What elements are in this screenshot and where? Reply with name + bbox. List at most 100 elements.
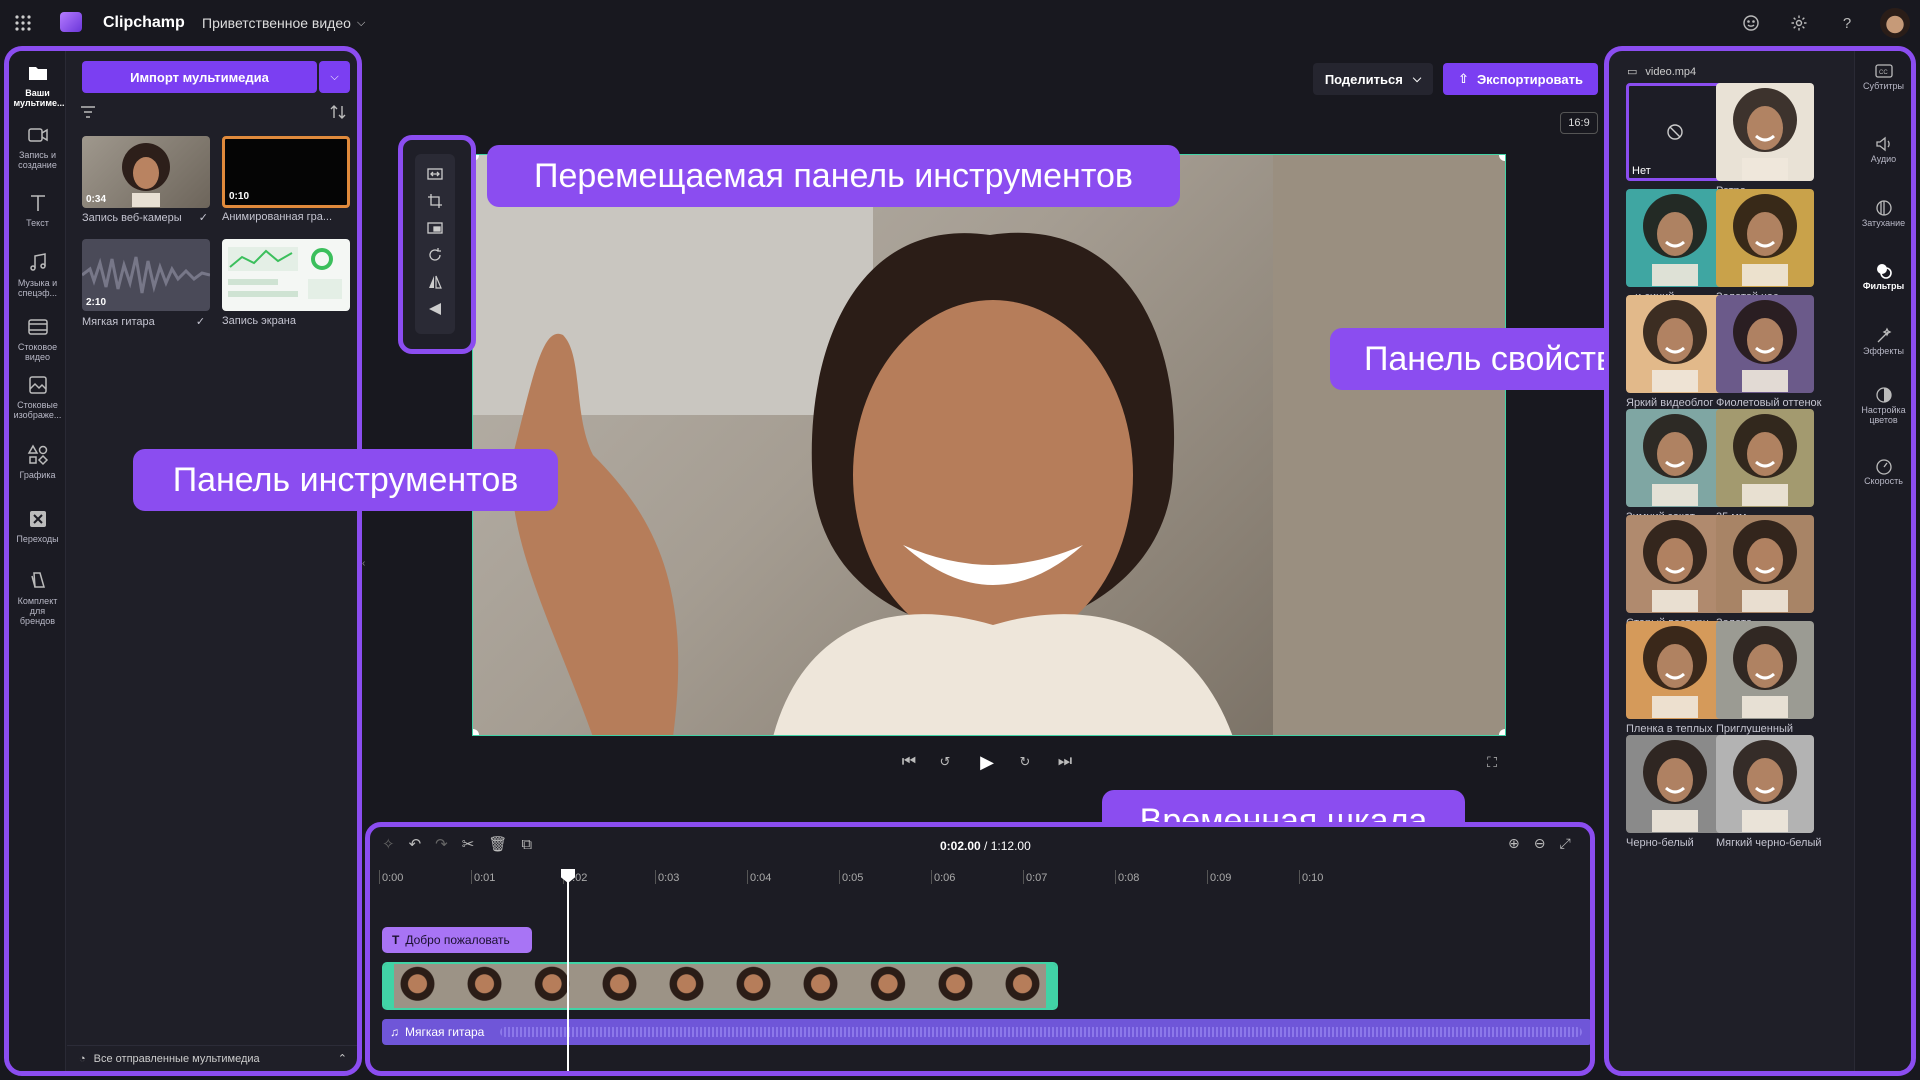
fullscreen-icon[interactable]: ⛶ — [1482, 752, 1502, 772]
right-nav: CC Субтитры Аудио Затухание Фильтры Эффе… — [1854, 51, 1911, 1071]
filter-tile[interactable] — [1626, 189, 1724, 287]
rnav-captions[interactable]: CC Субтитры — [1855, 61, 1911, 91]
rnav-filters[interactable]: Фильтры — [1855, 261, 1911, 291]
fit-timeline-icon[interactable]: ⤢ — [1559, 835, 1570, 852]
skip-back-icon[interactable]: ⏮ — [899, 752, 919, 772]
rnav-fade[interactable]: Затухание — [1855, 198, 1911, 228]
nav-item-text[interactable]: Текст — [9, 191, 66, 228]
rnav-audio[interactable]: Аудио — [1855, 134, 1911, 164]
filter-preview-image — [1733, 300, 1797, 392]
split-scissors-icon[interactable]: ✂ — [462, 835, 475, 853]
rewind-5-icon[interactable]: ↺ — [935, 752, 955, 772]
timeline-panel: ✧ ↶ ↷ ✂ 🗑 ⧉ 0:02.00 / 1:12.00 ⊕ ⊖ ⤢ 0:00… — [365, 822, 1595, 1076]
nav-label: Графика — [19, 470, 56, 480]
flip-icon[interactable] — [423, 270, 447, 294]
chevron-down-icon: ⌵ — [330, 70, 339, 83]
export-button[interactable]: ⇧ Экспортировать — [1443, 63, 1598, 95]
app-name: Clipchamp — [103, 14, 185, 31]
filter-tile[interactable] — [1626, 735, 1724, 833]
filter-tile[interactable] — [1626, 409, 1724, 507]
import-media-button[interactable]: Импорт мультимедиа — [82, 61, 317, 93]
all-uploaded-media-footer[interactable]: ◔ Все отправленные мультимедиа ⌃ — [67, 1045, 357, 1071]
playhead[interactable] — [561, 869, 575, 1071]
nav-item-stock-images[interactable]: Стоковые изображе... — [9, 373, 66, 420]
properties-panel: ▭ video.mp4 НетРетро...и синийЗолотой ча… — [1604, 46, 1916, 1076]
forward-5-icon[interactable]: ↻ — [1015, 752, 1035, 772]
filter-tile[interactable] — [1716, 83, 1814, 181]
delete-trash-icon[interactable]: 🗑 — [488, 835, 507, 853]
help-icon[interactable]: ? — [1836, 12, 1858, 34]
collapse-left-icon[interactable]: ‹ — [362, 558, 374, 570]
filter-tile[interactable] — [1716, 189, 1814, 287]
filter-tile[interactable] — [1626, 621, 1724, 719]
rnav-color-adjust[interactable]: Настройка цветов — [1855, 385, 1911, 425]
folder-icon — [28, 67, 47, 80]
app-launcher-icon[interactable] — [10, 10, 36, 36]
filter-tile[interactable] — [1626, 515, 1724, 613]
color-adjust-icon — [1875, 387, 1892, 403]
filter-tile[interactable] — [1716, 409, 1814, 507]
check-icon: ✓ — [198, 212, 208, 224]
rnav-effects[interactable]: Эффекты — [1855, 326, 1911, 356]
nav-item-record-create[interactable]: Запись и создание — [9, 123, 66, 170]
feedback-smiley-icon[interactable] — [1740, 12, 1762, 34]
duplicate-icon[interactable]: ⧉ — [521, 836, 532, 853]
project-title[interactable]: Приветственное видео ⌵ — [202, 15, 365, 31]
nav-item-graphics[interactable]: Графика — [9, 443, 66, 480]
filter-icon[interactable] — [77, 101, 99, 123]
zoom-out-icon[interactable]: ⊖ — [1534, 835, 1546, 852]
filter-tile[interactable] — [1626, 295, 1724, 393]
pip-icon[interactable] — [423, 216, 447, 240]
filter-tile[interactable] — [1716, 515, 1814, 613]
shapes-icon — [27, 444, 48, 466]
clip-trim-handle-right[interactable] — [1046, 964, 1056, 1008]
magic-icon[interactable]: ✧ — [382, 835, 395, 853]
skip-forward-icon[interactable]: ⏭ — [1055, 752, 1075, 772]
video-preview[interactable] — [472, 154, 1506, 736]
floating-toolbar-inner — [415, 154, 455, 334]
settings-gear-icon[interactable] — [1788, 12, 1810, 34]
filter-preview-image — [1733, 740, 1797, 832]
user-avatar[interactable] — [1880, 8, 1910, 38]
floating-toolbar[interactable] — [398, 135, 476, 354]
filter-tile[interactable] — [1716, 295, 1814, 393]
video-clip[interactable] — [382, 962, 1058, 1010]
fit-icon[interactable] — [423, 162, 447, 186]
audio-clip[interactable]: ♫ Мягкая гитара — [382, 1019, 1590, 1045]
nav-item-brand-kit[interactable]: Комплект для брендов — [9, 569, 66, 626]
aspect-ratio-button[interactable]: 16:9 — [1560, 112, 1598, 134]
media-thumb-animated[interactable]: 0:10 — [222, 136, 350, 208]
ruler-tick: 0:05 — [838, 870, 864, 884]
nav-item-your-media[interactable]: Ваши мультиме... — [9, 61, 66, 108]
text-clip[interactable]: T Добро пожаловать — [382, 927, 532, 953]
filter-preview-image — [1733, 520, 1797, 612]
filters-grid: НетРетро...и синийЗолотой часЯркий видео… — [1609, 51, 1854, 1071]
rnav-speed[interactable]: Скорость — [1855, 456, 1911, 486]
nav-item-transitions[interactable]: Переходы — [9, 507, 66, 544]
film-icon — [27, 319, 48, 335]
media-thumb-screen[interactable] — [222, 239, 350, 311]
rotate-icon[interactable] — [423, 243, 447, 267]
nav-label: Стоковое видео — [17, 342, 58, 362]
media-thumb-audio[interactable]: 2:10 — [82, 239, 210, 311]
nav-label: Комплект для брендов — [17, 596, 58, 626]
sort-icon[interactable] — [327, 101, 349, 123]
duration-label: 0:34 — [86, 194, 107, 205]
zoom-in-icon[interactable]: ⊕ — [1508, 835, 1520, 852]
redo-icon[interactable]: ↷ — [435, 835, 448, 853]
align-icon[interactable] — [423, 297, 447, 321]
share-button[interactable]: Поделиться ⌵ — [1313, 63, 1433, 95]
nav-item-stock-video[interactable]: Стоковое видео — [9, 315, 66, 362]
duration-label: 0:10 — [229, 191, 250, 202]
play-icon[interactable]: ▶ — [975, 750, 999, 774]
import-dropdown-button[interactable]: ⌵ — [319, 61, 350, 93]
clip-trim-handle-left[interactable] — [384, 964, 394, 1008]
filter-tile[interactable] — [1716, 621, 1814, 719]
media-thumb-webcam[interactable]: 0:34 — [82, 136, 210, 208]
crop-icon[interactable] — [423, 189, 447, 213]
undo-icon[interactable]: ↶ — [409, 835, 422, 853]
nav-item-music[interactable]: Музыка и спецэф... — [9, 251, 66, 298]
filter-tile[interactable] — [1716, 735, 1814, 833]
speed-icon — [1875, 459, 1892, 475]
resize-handle[interactable] — [1499, 729, 1505, 735]
